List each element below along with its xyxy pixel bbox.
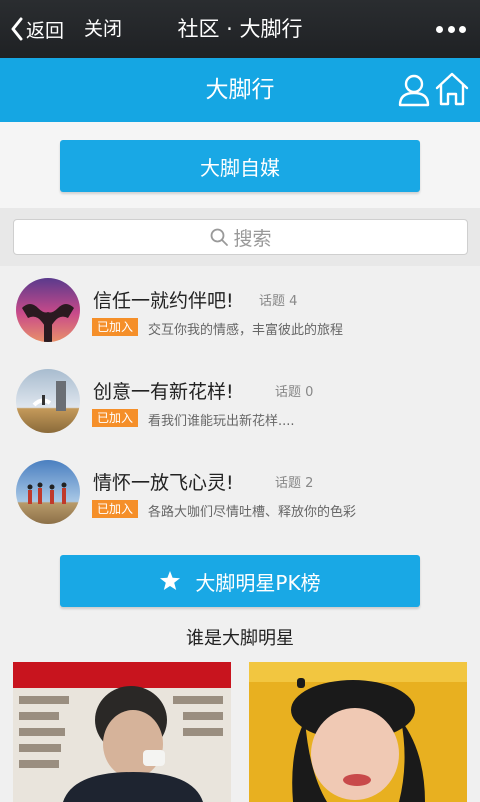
topic-count: 话题 2 xyxy=(275,476,314,491)
search-placeholder: 搜索 xyxy=(233,227,272,250)
star-icon xyxy=(160,571,181,590)
topic-count: 话题 4 xyxy=(259,294,298,309)
topic-title: 信任一就约伴吧! xyxy=(93,290,234,312)
topic-title: 情怀一放飞心灵! xyxy=(93,472,234,494)
media-button[interactable]: 大脚自媒 xyxy=(60,140,420,192)
star-photo[interactable] xyxy=(249,662,467,802)
top-nav-bar: 返回 关闭 社区 · 大脚行 xyxy=(0,0,480,58)
topic-description: 看我们谁能玩出新花样.... xyxy=(148,414,295,429)
star-photo[interactable] xyxy=(13,662,231,802)
nav-title: 社区 · 大脚行 xyxy=(177,17,303,41)
list-item[interactable]: 创意一有新花样! 话题 0 已加入 看我们谁能玩出新花样.... xyxy=(0,357,480,447)
topic-count: 话题 0 xyxy=(275,385,314,400)
joined-badge: 已加入 xyxy=(92,500,138,518)
joined-badge: 已加入 xyxy=(92,318,138,336)
pk-button-label: 大脚明星PK榜 xyxy=(195,570,321,595)
close-button[interactable]: 关闭 xyxy=(84,14,122,44)
topic-title: 创意一有新花样! xyxy=(93,381,234,403)
topic-description: 交互你我的情感，丰富彼此的旅程 xyxy=(148,323,344,338)
back-chevron-icon xyxy=(11,17,23,41)
avatar xyxy=(16,278,80,342)
home-icon[interactable] xyxy=(434,70,470,108)
list-item[interactable]: 情怀一放飞心灵! 话题 2 已加入 各路大咖们尽情吐槽、释放你的色彩 xyxy=(0,448,480,538)
topic-description: 各路大咖们尽情吐槽、释放你的色彩 xyxy=(148,505,357,520)
list-item[interactable]: 信任一就约伴吧! 话题 4 已加入 交互你我的情感，丰富彼此的旅程 xyxy=(0,266,480,356)
back-label: 返回 xyxy=(26,19,65,42)
joined-badge: 已加入 xyxy=(92,409,138,427)
search-input[interactable]: 搜索 xyxy=(13,219,468,255)
avatar xyxy=(16,460,80,524)
search-icon xyxy=(211,228,229,246)
page-header: 大脚行 xyxy=(0,58,480,122)
back-button[interactable]: 返回 xyxy=(10,14,64,44)
avatar xyxy=(16,369,80,433)
pk-ranking-button[interactable]: 大脚明星PK榜 xyxy=(60,555,420,607)
user-icon[interactable] xyxy=(396,72,432,108)
star-section-title: 谁是大脚明星 xyxy=(186,628,294,649)
more-dots-icon[interactable] xyxy=(436,20,466,38)
topic-list: 信任一就约伴吧! 话题 4 已加入 交互你我的情感，丰富彼此的旅程 创意一有新花… xyxy=(0,266,480,548)
